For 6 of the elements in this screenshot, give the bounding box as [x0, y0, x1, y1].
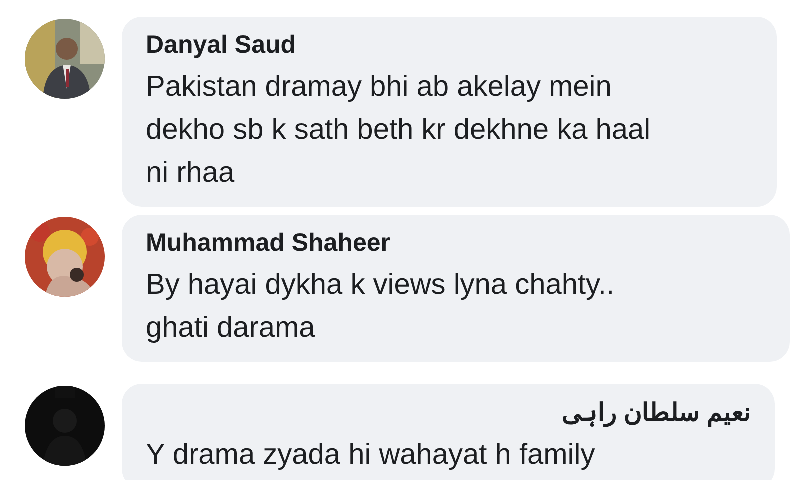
author-name[interactable]: نعیم سلطان راہی — [146, 398, 751, 428]
author-name[interactable]: Danyal Saud — [146, 31, 753, 60]
comment-text: Pakistan dramay bhi ab akelay mein dekho sb k sath beth kr dekhne ka haal ni rhaa — [146, 70, 652, 191]
comment-text: By hayai dykha k views lyna chahty.. ghati darama — [146, 268, 616, 346]
comment-text: Y drama zyada hi wahayat h family — [146, 438, 596, 473]
author-name[interactable]: Muhammad Shaheer — [146, 229, 766, 258]
